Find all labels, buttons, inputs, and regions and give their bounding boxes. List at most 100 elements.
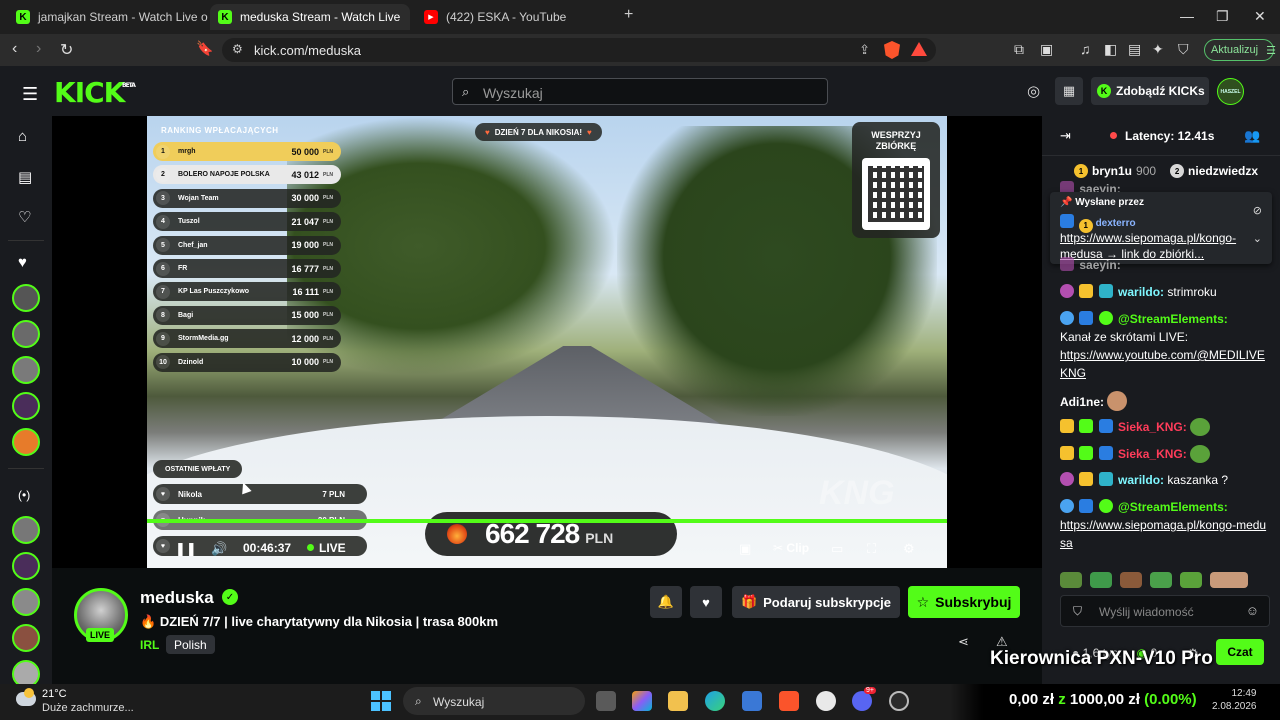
language-tag[interactable]: Polish [166, 635, 215, 654]
clip-button[interactable]: ✂ Clip [773, 541, 809, 555]
users-icon[interactable]: 👥 [1244, 128, 1260, 144]
share-icon[interactable]: ⇪ [859, 42, 870, 58]
bookmark-icon[interactable]: 🔖 [196, 40, 213, 57]
reload-icon[interactable]: ↻ [60, 40, 73, 60]
browser-tab-youtube[interactable]: ▶ (422) ESKA - YouTube [416, 4, 616, 30]
brave-browser-icon[interactable] [779, 691, 799, 711]
followed-channel-avatar[interactable] [12, 392, 40, 420]
share-icon[interactable]: ⋖ [958, 634, 969, 650]
recommended-channel-avatar[interactable] [12, 552, 40, 580]
hide-pin-icon[interactable]: ⊘ [1253, 204, 1262, 217]
pinned-username[interactable]: dexterro [1096, 218, 1136, 229]
copilot-icon[interactable] [632, 691, 652, 711]
subscribe-button[interactable]: ☆ Subskrybuj [908, 586, 1020, 618]
emote-icon[interactable] [1150, 572, 1172, 588]
screenshot-icon[interactable]: ▣ [1040, 41, 1053, 58]
get-kicks-button[interactable]: K Zdobądź KICKs [1091, 77, 1209, 105]
maximize-button[interactable]: ❐ [1216, 8, 1229, 25]
follow-heart-button[interactable]: ♥ [690, 586, 722, 618]
store-icon[interactable] [742, 691, 762, 711]
windows-start-icon[interactable] [371, 691, 391, 711]
theater-mode-icon[interactable]: ▭ [831, 541, 843, 557]
followed-channel-avatar[interactable] [12, 284, 40, 312]
chat-username[interactable]: warildo: [1118, 285, 1164, 299]
leo-ai-icon[interactable]: ✦ [1152, 41, 1164, 58]
notification-bell-button[interactable]: 🔔 [650, 586, 682, 618]
emote-icon[interactable] [1060, 572, 1082, 588]
discord-icon[interactable] [852, 691, 872, 711]
recommended-channel-avatar[interactable] [12, 588, 40, 616]
emote-icon[interactable] [1090, 572, 1112, 588]
leader-name[interactable]: bryn1u [1092, 164, 1132, 178]
chat-input[interactable]: ⛉ Wyślij wiadomość ☺ [1060, 595, 1270, 627]
gift-subs-button[interactable]: 🎁 Podaruj subskrypcje [732, 586, 900, 618]
obs-icon[interactable] [816, 691, 836, 711]
chevron-down-icon[interactable]: ⌄ [1253, 232, 1262, 245]
chat-username[interactable]: @StreamElements: [1118, 500, 1228, 514]
mini-player-icon[interactable]: ▣ [739, 541, 751, 557]
recommended-live-icon[interactable]: (•) [18, 488, 30, 502]
dashboard-icon[interactable]: ▦ [1055, 77, 1083, 105]
send-chat-button[interactable]: Czat [1216, 639, 1264, 665]
volume-icon[interactable]: 🔊 [211, 541, 227, 557]
file-explorer-icon[interactable] [668, 691, 688, 711]
browse-icon[interactable]: ▤ [18, 168, 32, 186]
search-input[interactable]: ⌕ Wyszukaj [452, 78, 828, 105]
browser-tab-meduska[interactable]: K meduska Stream - Watch Live ✕ [210, 4, 410, 30]
followed-channel-avatar[interactable] [12, 356, 40, 384]
video-player[interactable]: RANKING WPŁACAJĄCYCH 1 mrgh 50 000 PLN 2 BOLE… [147, 116, 947, 568]
emote-icon[interactable] [1120, 572, 1142, 588]
followed-channel-avatar[interactable] [12, 428, 40, 456]
fullscreen-icon[interactable]: ⛶ [867, 541, 876, 557]
pinned-message[interactable]: 📌 Wysłane przez ⊘ 1 dexterro ⌄ https://w… [1050, 192, 1272, 264]
channel-name[interactable]: meduska [140, 588, 214, 608]
settings-gear-icon[interactable]: ⚙ [903, 541, 915, 557]
chat-username[interactable]: Sieka_KNG: [1118, 420, 1187, 434]
temperature[interactable]: 21°C [42, 688, 67, 700]
site-info-icon[interactable]: ⚙ [232, 42, 243, 56]
notifications-icon[interactable]: ◎ [1027, 82, 1040, 100]
followed-channel-avatar[interactable] [12, 320, 40, 348]
update-button[interactable]: Aktualizuj ☰ [1204, 39, 1276, 61]
steam-icon[interactable] [889, 691, 909, 711]
url-bar[interactable]: ⚙ kick.com/meduska ⇪ [222, 38, 936, 62]
leader-name[interactable]: niedzwiedzx [1188, 164, 1258, 178]
new-tab-button[interactable]: + [624, 6, 633, 24]
hamburger-menu-icon[interactable]: ☰ [22, 84, 38, 105]
weather-cloud-icon[interactable] [16, 688, 36, 706]
emoji-icon[interactable]: ☺ [1246, 603, 1259, 618]
user-avatar[interactable]: HASZEL [1217, 78, 1244, 105]
followed-channels-icon[interactable]: ♥ [18, 254, 27, 271]
close-window-button[interactable]: ✕ [1254, 8, 1266, 25]
edge-icon[interactable] [705, 691, 725, 711]
back-icon[interactable]: ‹ [12, 40, 17, 58]
chat-username[interactable]: @StreamElements: [1118, 312, 1228, 326]
vpn-icon[interactable]: ⛉ [1178, 41, 1189, 58]
forward-icon[interactable]: › [36, 40, 41, 58]
browser-tab-jamajkan[interactable]: K jamajkan Stream - Watch Live on [8, 4, 208, 30]
minimize-button[interactable]: — [1180, 8, 1194, 24]
taskbar-search[interactable]: ⌕ Wyszukaj [403, 687, 585, 715]
pause-button[interactable]: ❚❚ [175, 541, 197, 557]
chat-link[interactable]: https://www.youtube.com/@MEDILIVEKNG [1060, 348, 1265, 380]
emote-icon[interactable] [1210, 572, 1248, 588]
taskbar-clock[interactable]: 12:49 2.08.2026 [1212, 687, 1257, 713]
task-view-icon[interactable] [596, 691, 616, 711]
category-link[interactable]: IRL [140, 638, 159, 652]
wallet-icon[interactable]: ▤ [1128, 41, 1141, 58]
collapse-chat-icon[interactable]: ⇥ [1060, 128, 1071, 144]
extensions-icon[interactable]: ⧉ [1014, 41, 1024, 58]
live-indicator[interactable]: LIVE [307, 541, 346, 555]
chat-username[interactable]: saeyin: [1079, 258, 1120, 272]
weather-description[interactable]: Duże zachmurze... [42, 702, 134, 714]
recommended-channel-avatar[interactable] [12, 516, 40, 544]
chat-username[interactable]: Sieka_KNG: [1118, 447, 1187, 461]
home-icon[interactable]: ⌂ [18, 128, 27, 145]
playback-progress-bar[interactable] [147, 519, 947, 523]
emote-icon[interactable] [1180, 572, 1202, 588]
media-icon[interactable]: ♫ [1080, 41, 1091, 57]
recommended-channel-avatar[interactable] [12, 624, 40, 652]
brave-rewards-icon[interactable] [911, 42, 927, 56]
chat-link[interactable]: https://www.siepomaga.pl/kongo-medusa [1060, 518, 1266, 550]
following-icon[interactable]: ♡ [18, 208, 31, 226]
